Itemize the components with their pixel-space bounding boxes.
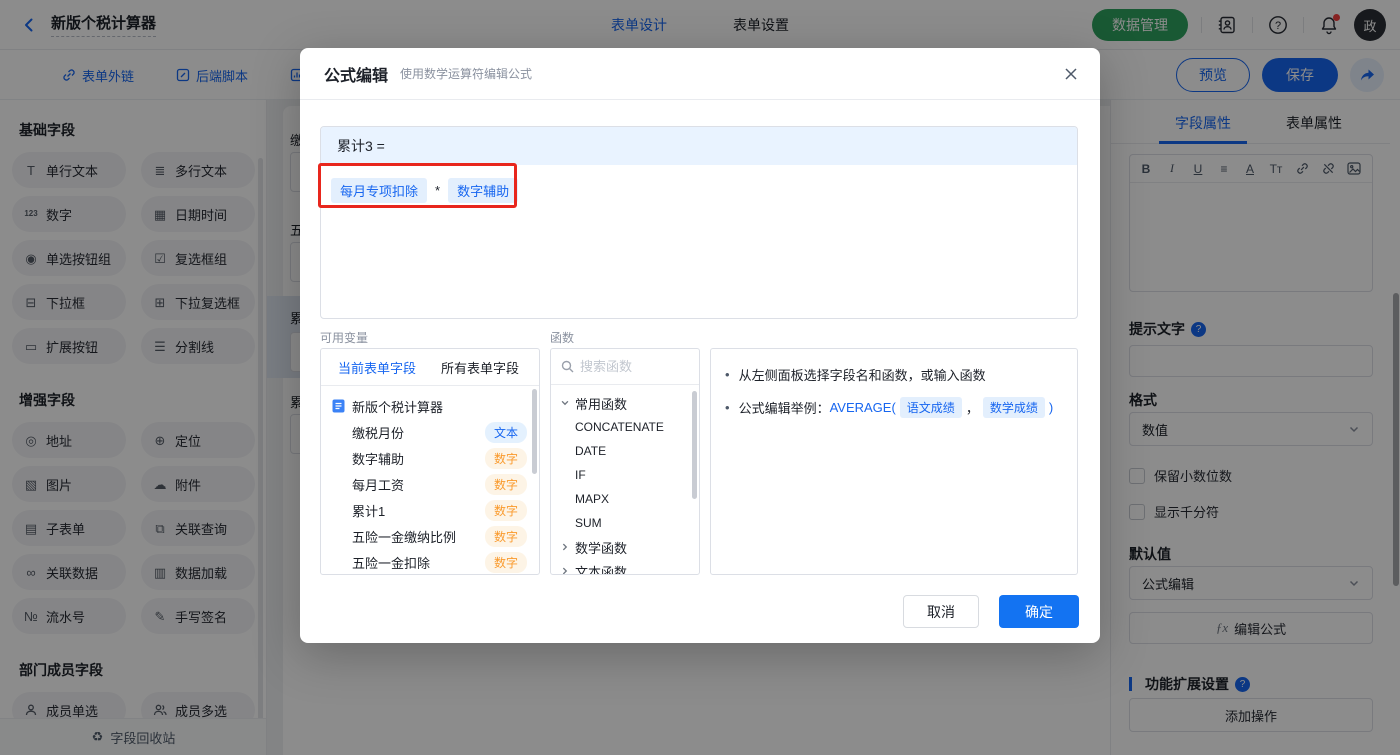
tab-current-form-fields[interactable]: 当前表单字段 <box>338 358 416 377</box>
variable-name: 累计1 <box>352 503 386 519</box>
modal-header: 公式编辑 使用数学运算符编辑公式 <box>300 48 1100 100</box>
cancel-button[interactable]: 取消 <box>903 595 979 628</box>
tab-all-form-fields[interactable]: 所有表单字段 <box>441 358 519 377</box>
function-group-label: 文本函数 <box>575 564 628 575</box>
type-badge-number: 数字 <box>484 551 527 573</box>
type-badge-text: 文本 <box>484 421 527 443</box>
help-example-function: AVERAGE( <box>829 400 896 415</box>
function-search-input[interactable] <box>580 359 680 374</box>
bullet-icon: • <box>725 400 730 415</box>
formula-expression[interactable]: 每月专项扣除 * 数字辅助 <box>321 165 1077 216</box>
functions-list: 常用函数 CONCATENATE DATE IF MAPX SUM 数学函数 文… <box>551 385 699 575</box>
modal-subtitle: 使用数学运算符编辑公式 <box>400 67 533 81</box>
variable-name: 每月工资 <box>352 477 405 493</box>
variables-panel: 当前表单字段 所有表单字段 新版个税计算器 缴税月份 文本 数字辅助 数字 每月工资… <box>320 348 540 575</box>
form-doc-icon <box>332 399 345 413</box>
variable-item[interactable]: 缴税月份 文本 <box>321 419 539 445</box>
help-example-field-tag: 语文成绩 <box>899 397 962 418</box>
formula-input-area[interactable]: 累计3 = 每月专项扣除 * 数字辅助 <box>320 126 1078 319</box>
variable-name: 数字辅助 <box>352 451 405 467</box>
variable-name: 五险一金缴纳比例 <box>352 529 457 545</box>
variable-item[interactable]: 累计1 数字 <box>321 497 539 523</box>
search-icon <box>561 360 574 373</box>
variable-item[interactable]: 五险一金缴纳比例 数字 <box>321 523 539 549</box>
function-search[interactable] <box>551 349 699 385</box>
variable-item[interactable]: 每月工资 数字 <box>321 471 539 497</box>
variable-item[interactable]: 五险一金扣除 数字 <box>321 549 539 574</box>
type-badge-number: 数字 <box>484 525 527 547</box>
type-badge-number: 数字 <box>484 499 527 521</box>
help-line-2: • 公式编辑举例： AVERAGE( 语文成绩 ， 数学成绩 ) <box>725 397 1063 418</box>
formula-target-text: 累计3 = <box>337 138 385 154</box>
variable-name: 缴税月份 <box>352 425 405 441</box>
bullet-icon: • <box>725 367 730 382</box>
help-example-comma: ， <box>965 401 979 416</box>
help-example-prefix: 公式编辑举例： <box>738 401 830 416</box>
function-item[interactable]: MAPX <box>551 487 699 511</box>
chevron-right-icon <box>559 566 570 574</box>
type-badge-number: 数字 <box>484 473 527 495</box>
formula-target: 累计3 = <box>321 127 1077 165</box>
close-icon[interactable] <box>1064 67 1078 81</box>
formula-field-tag[interactable]: 每月专项扣除 <box>331 178 428 203</box>
type-badge-number: 数字 <box>484 447 527 469</box>
variables-scrollbar[interactable] <box>532 389 537 474</box>
functions-panel: 常用函数 CONCATENATE DATE IF MAPX SUM 数学函数 文… <box>550 348 700 575</box>
function-group-text[interactable]: 文本函数 <box>551 559 699 575</box>
function-item[interactable]: DATE <box>551 439 699 463</box>
function-group-label: 常用函数 <box>575 396 628 412</box>
help-example-field-tag: 数学成绩 <box>982 397 1045 418</box>
variable-name: 五险一金扣除 <box>352 555 431 571</box>
variables-list: 新版个税计算器 缴税月份 文本 数字辅助 数字 每月工资 数字 累计1 数字 五险一金缴… <box>321 386 539 574</box>
formula-field-tag[interactable]: 数字辅助 <box>448 178 519 203</box>
function-item[interactable]: IF <box>551 463 699 487</box>
variables-tabs: 当前表单字段 所有表单字段 <box>321 349 539 386</box>
modal-title: 公式编辑 <box>324 67 389 85</box>
help-line-1: • 从左侧面板选择字段名和函数，或输入函数 <box>725 365 1063 384</box>
confirm-button[interactable]: 确定 <box>999 595 1079 628</box>
function-group-label: 数学函数 <box>575 540 628 556</box>
function-item[interactable]: SUM <box>551 511 699 535</box>
variables-section-label: 可用变量 <box>320 331 369 345</box>
help-example-close-paren: ) <box>1048 400 1054 415</box>
variables-root-label: 新版个税计算器 <box>352 399 444 415</box>
function-group-math[interactable]: 数学函数 <box>551 535 699 559</box>
function-item[interactable]: CONCATENATE <box>551 415 699 439</box>
chevron-down-icon <box>559 398 570 408</box>
functions-scrollbar[interactable] <box>692 391 697 499</box>
variable-item[interactable]: 数字辅助 数字 <box>321 445 539 471</box>
formula-operator: * <box>435 183 441 198</box>
functions-section-label: 函数 <box>550 331 575 345</box>
variables-root-node[interactable]: 新版个税计算器 <box>321 393 539 419</box>
function-group-common[interactable]: 常用函数 <box>551 391 699 415</box>
chevron-right-icon <box>559 542 570 552</box>
formula-editor-modal: 公式编辑 使用数学运算符编辑公式 累计3 = 每月专项扣除 * 数字辅助 可用变… <box>300 48 1100 643</box>
formula-help-panel: • 从左侧面板选择字段名和函数，或输入函数 • 公式编辑举例： AVERAGE(… <box>710 348 1078 575</box>
help-text: 从左侧面板选择字段名和函数，或输入函数 <box>738 368 986 383</box>
